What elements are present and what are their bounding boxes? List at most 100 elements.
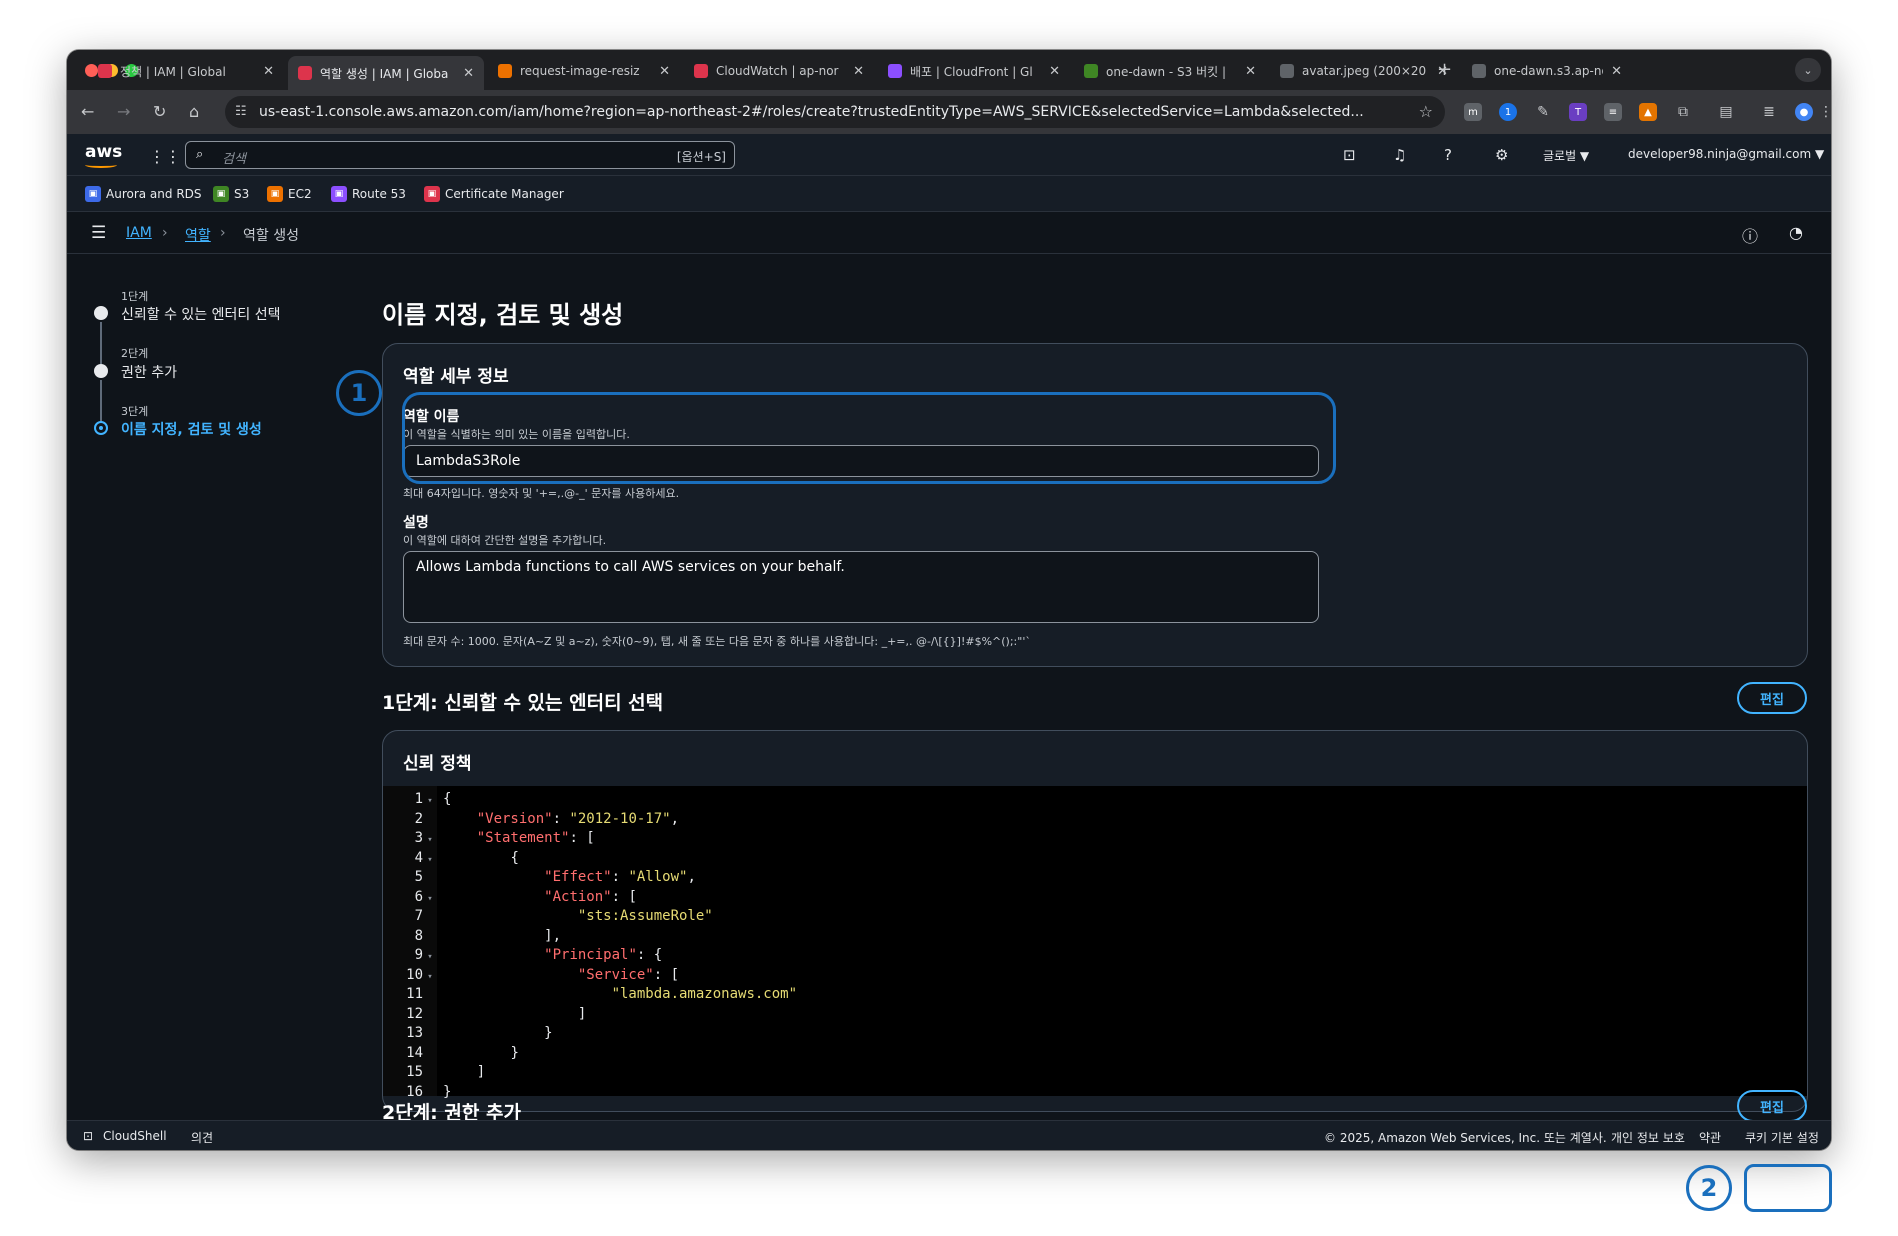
tab-close-icon[interactable]: ✕ (853, 64, 864, 79)
browser-tab[interactable]: avatar.jpeg (200×20 ✕ (1270, 56, 1458, 86)
browser-tab[interactable]: one-dawn.s3.ap-nor ✕ (1462, 56, 1632, 86)
code-line: 14 } (383, 1044, 1807, 1064)
line-number: 4 (414, 849, 423, 866)
site-info-icon[interactable]: ☷ (235, 104, 247, 119)
tab-close-icon[interactable]: ✕ (1611, 64, 1622, 79)
line-number: 7 (414, 908, 423, 924)
address-bar[interactable]: ☷ us-east-1.console.aws.amazon.com/iam/h… (225, 96, 1445, 128)
tab-close-icon[interactable]: ✕ (659, 64, 670, 79)
service-icon: ▣ (85, 186, 101, 202)
trust-policy-code-editor[interactable]: 1 ▾{2 "Version": "2012-10-17", 3 ▾ "Stateme… (383, 786, 1807, 1100)
feedback-icon[interactable]: ◔ (1789, 223, 1803, 242)
footer-cloudshell-icon[interactable]: ⊡ (83, 1129, 93, 1143)
line-number: 15 (406, 1064, 423, 1080)
media-controls-icon[interactable]: ≣ (1760, 103, 1778, 121)
forward-icon[interactable]: → (117, 102, 130, 121)
favorite-service-link[interactable]: ▣ Certificate Manager (424, 186, 564, 202)
service-icon: ▣ (267, 186, 283, 202)
region-selector[interactable]: 글로벌 ▼ (1543, 147, 1589, 164)
annotation-box-2 (1744, 1164, 1832, 1212)
favorite-label: S3 (234, 187, 250, 201)
code-line: 6 ▾ "Action": [ (383, 888, 1807, 908)
tab-title: CloudWatch | ap-nor (716, 64, 839, 78)
browser-tab[interactable]: CloudWatch | ap-nor ✕ (684, 56, 874, 86)
notifications-bell-icon[interactable]: ♫ (1393, 146, 1406, 164)
line-number: 8 (414, 927, 423, 944)
side-nav-menu-icon[interactable]: ☰ (91, 223, 106, 243)
footer-terms[interactable]: 약관 (1699, 1129, 1721, 1146)
aws-logo[interactable]: aws (85, 142, 122, 168)
back-icon[interactable]: ← (81, 102, 94, 121)
favorite-service-link[interactable]: ▣ Route 53 (331, 186, 406, 202)
edit-step1-button[interactable]: 편집 (1737, 682, 1807, 714)
code-line: 1 ▾{ (383, 790, 1807, 810)
console-footer: ⊡ CloudShell 의견 © 2025, Amazon Web Servi… (67, 1120, 1831, 1150)
code-line: 9 ▾ "Principal": { (383, 946, 1807, 966)
tab-title: request-image-resiz (520, 64, 640, 78)
favorite-service-link[interactable]: ▣ S3 (213, 186, 249, 202)
step-1-name[interactable]: 신뢰할 수 있는 엔터티 선택 (121, 304, 280, 324)
cloudshell-icon[interactable]: ⊡ (1343, 146, 1356, 164)
favorite-service-link[interactable]: ▣ Aurora and RDS (85, 186, 202, 202)
favorite-label: Route 53 (352, 187, 406, 201)
breadcrumb-iam[interactable]: IAM (126, 225, 152, 241)
line-number: 10 (406, 966, 423, 983)
extension-icon[interactable]: m (1464, 103, 1482, 121)
code-line: 16} (383, 1083, 1807, 1103)
browser-menu-icon[interactable]: ⋮ (1817, 103, 1831, 121)
color-picker-icon[interactable]: ✎ (1534, 103, 1552, 121)
tab-favicon-icon (1280, 64, 1294, 78)
tab-close-icon[interactable]: ✕ (1049, 64, 1060, 79)
bookmark-star-icon[interactable]: ☆ (1419, 102, 1433, 121)
code-text: "lambda.amazonaws.com" (611, 986, 798, 1002)
tab-favicon-icon (98, 64, 112, 78)
footer-cookies[interactable]: 쿠키 기본 설정 (1745, 1129, 1819, 1146)
description-constraint: 최대 문자 수: 1000. 문자(A~Z 및 a~z), 숫자(0~9), 탭… (403, 635, 1031, 648)
settings-gear-icon[interactable]: ⚙ (1495, 146, 1508, 164)
reader-extension-icon[interactable]: ≡ (1604, 103, 1622, 121)
help-icon[interactable]: ? (1444, 146, 1452, 164)
footer-cloudshell[interactable]: CloudShell (103, 1129, 167, 1143)
tdk-extension-icon[interactable]: T (1569, 103, 1587, 121)
step-2-dot (94, 364, 108, 378)
info-icon[interactable]: ⓘ (1742, 223, 1758, 247)
browser-tab[interactable]: 정책 | IAM | Global ✕ (88, 56, 284, 86)
edit-step2-button[interactable]: 편집 (1737, 1090, 1807, 1122)
line-number: 5 (414, 869, 423, 885)
fox-extension-icon[interactable]: ▲ (1639, 103, 1657, 121)
reload-icon[interactable]: ↻ (153, 102, 166, 121)
code-line: 8 ], (383, 927, 1807, 947)
breadcrumb-roles[interactable]: 역할 (185, 225, 211, 245)
description-textarea[interactable]: Allows Lambda functions to call AWS serv… (403, 551, 1319, 623)
browser-tab[interactable]: 배포 | CloudFront | Gl ✕ (878, 56, 1070, 86)
browser-tab[interactable]: 역할 생성 | IAM | Globa ✕ (288, 56, 484, 90)
tab-title: avatar.jpeg (200×20 (1302, 64, 1427, 78)
aws-smile-icon (85, 162, 117, 168)
footer-feedback[interactable]: 의견 (191, 1129, 213, 1146)
tab-close-icon[interactable]: ✕ (1245, 64, 1256, 79)
browser-window: 정책 | IAM | Global ✕ 역할 생성 | IAM | Globa ✕ re… (67, 50, 1831, 1150)
tab-search-button[interactable]: ⌄ (1795, 58, 1821, 82)
code-text: } (510, 1044, 519, 1061)
password-manager-icon[interactable]: 1 (1499, 103, 1517, 121)
step-2-name[interactable]: 권한 추가 (121, 362, 177, 382)
step-2-label: 2단계 (121, 347, 149, 360)
home-icon[interactable]: ⌂ (189, 102, 199, 121)
footer-privacy[interactable]: 개인 정보 보호 (1611, 1129, 1685, 1146)
tab-close-icon[interactable]: ✕ (463, 66, 474, 81)
favorite-service-link[interactable]: ▣ EC2 (267, 186, 312, 202)
search-placeholder: 검색 (222, 152, 246, 167)
account-menu[interactable]: developer98.ninja@gmail.com ▼ (1628, 147, 1824, 161)
profile-avatar[interactable]: ● (1795, 103, 1813, 121)
tab-close-icon[interactable]: ✕ (263, 64, 274, 79)
browser-tab[interactable]: one-dawn - S3 버킷 | ✕ (1074, 56, 1266, 86)
code-line: 15 ] (383, 1063, 1807, 1083)
code-line: 2 "Version": "2012-10-17", (383, 810, 1807, 830)
new-tab-button[interactable]: + (1437, 59, 1452, 80)
browser-tab[interactable]: request-image-resiz ✕ (488, 56, 680, 86)
puzzle-icon[interactable]: ⧉ (1674, 103, 1692, 121)
side-panel-icon[interactable]: ▤ (1717, 103, 1735, 121)
line-number: 2 (414, 810, 423, 827)
code-text: ] (577, 1005, 587, 1022)
search-input[interactable]: ⌕ 검색 [옵션+S] (185, 141, 735, 169)
